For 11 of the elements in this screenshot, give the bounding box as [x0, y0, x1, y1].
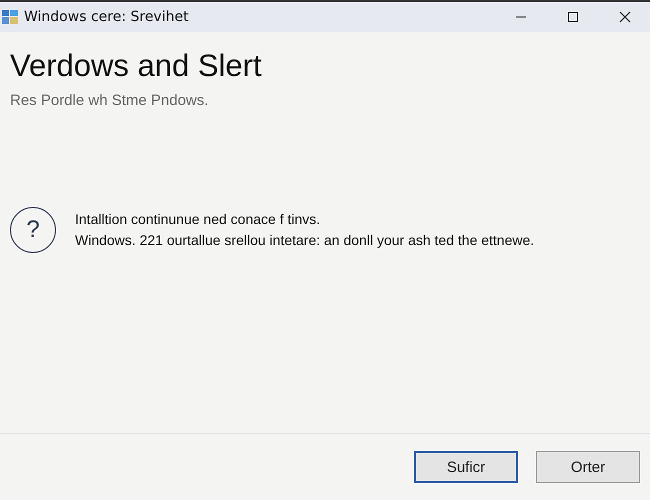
- close-icon: [619, 11, 631, 23]
- message-text: Windows. 221 ourtallue srellou intetare: an donll your ash ted the ettnewe.: [75, 231, 534, 250]
- question-icon: ?: [10, 207, 56, 253]
- window-title: Windows cere: Srevihet: [24, 9, 189, 25]
- app-icon: [2, 10, 18, 24]
- dialog-button[interactable]: Suficr: [414, 451, 518, 483]
- dialog-button[interactable]: Orter: [536, 451, 640, 483]
- dialog-subtitle: Res Pordle wh Stme Pndows.: [10, 92, 210, 109]
- dialog-heading: Verdows and Slert: [10, 48, 263, 84]
- message-text: Intalltion continunue ned conace f tinvs.: [75, 210, 322, 229]
- maximize-icon: [567, 11, 579, 23]
